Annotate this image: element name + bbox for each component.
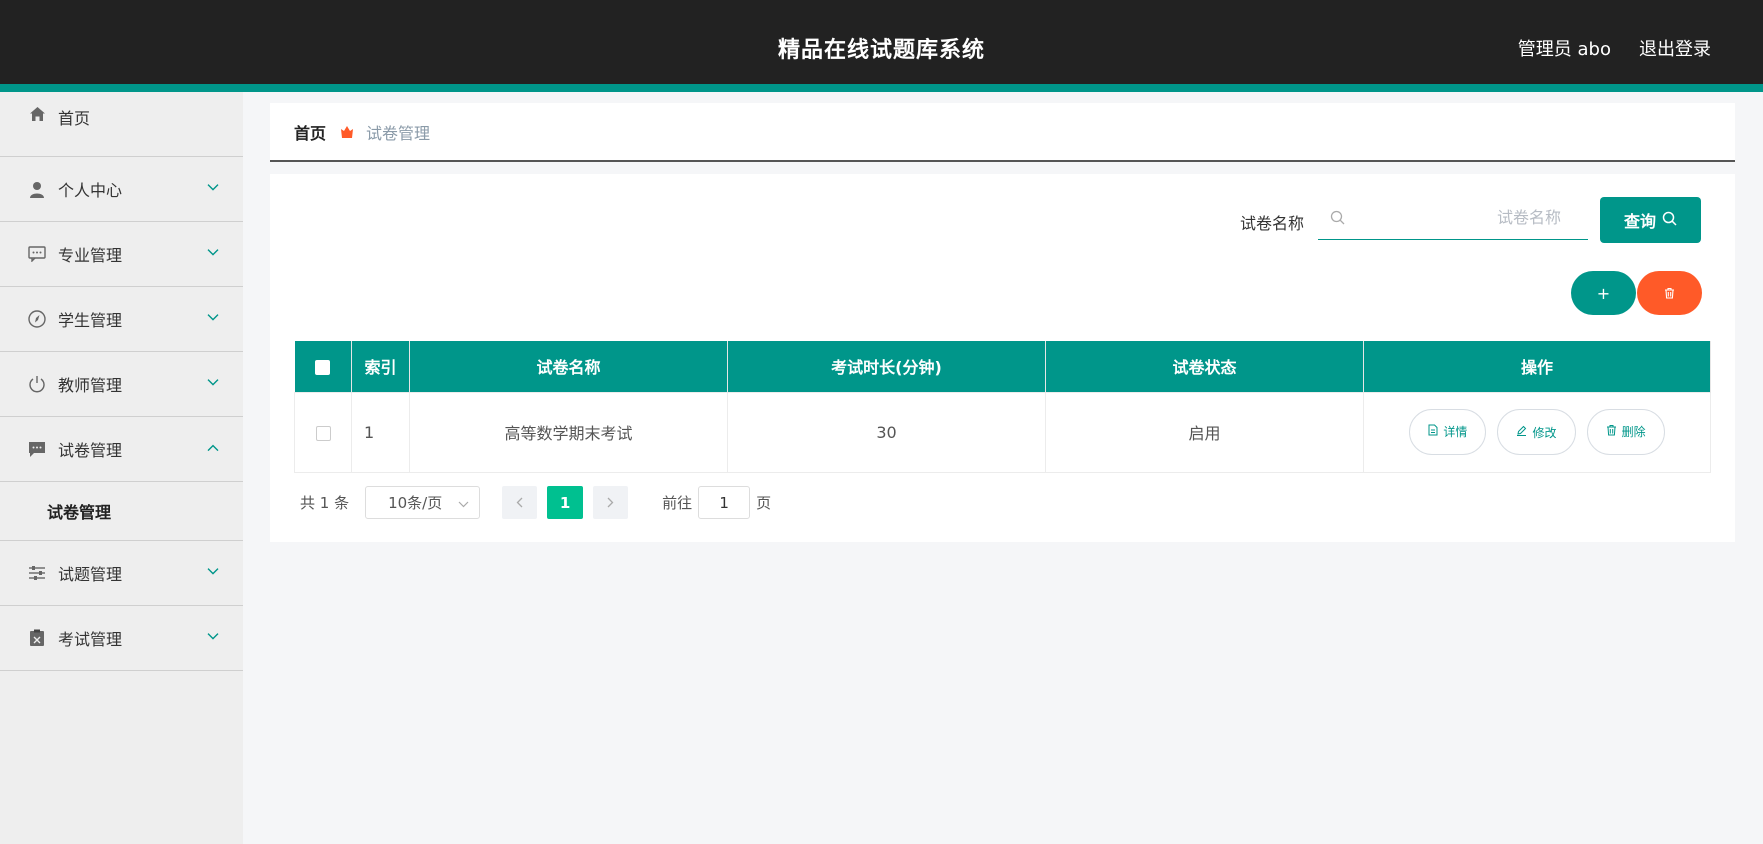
document-icon [1428, 424, 1438, 439]
trash-icon [1664, 284, 1675, 303]
select-all-checkbox[interactable] [315, 359, 331, 375]
column-header: 考试时长(分钟) [727, 341, 1046, 392]
trash-icon [1606, 424, 1617, 439]
chevron-down-icon [207, 565, 219, 579]
header-user-area: 管理员 abo 退出登录 [1518, 35, 1711, 61]
chevron-down-icon [207, 181, 219, 195]
sidebar-item-label: 学生管理 [58, 311, 123, 330]
home-icon [28, 105, 46, 123]
chevron-up-icon [207, 441, 219, 455]
row-index: 1 [351, 391, 410, 473]
sidebar-item-home[interactable]: 首页 [0, 92, 243, 157]
sidebar-item-major[interactable]: 专业管理 [0, 222, 243, 287]
sidebar-subitem-papers[interactable]: 试卷管理 [0, 482, 243, 541]
pencil-icon [1516, 425, 1527, 439]
power-icon [28, 375, 46, 393]
search-icon [1662, 211, 1677, 230]
column-header: 索引 [351, 341, 410, 392]
sidebar-item-label: 教师管理 [58, 376, 123, 395]
edit-button[interactable]: 修改 [1497, 409, 1576, 456]
sidebar-item-label: 个人中心 [58, 181, 123, 200]
column-header: 试卷状态 [1045, 341, 1364, 392]
query-button[interactable]: 查询 [1600, 197, 1701, 243]
delete-button[interactable]: 删除 [1586, 408, 1665, 455]
add-button[interactable]: + [1571, 271, 1636, 315]
row-duration: 30 [727, 391, 1046, 473]
page-suffix: 页 [756, 494, 772, 512]
page-size-select[interactable]: 10条/页 [365, 486, 481, 519]
pagination: 共 1 条 10条/页 1 前往 页 [300, 486, 771, 519]
chevron-down-icon [207, 376, 219, 390]
batch-delete-button[interactable] [1637, 271, 1702, 315]
pagination-total: 共 1 条 [300, 494, 350, 512]
goto-label: 前往 [662, 494, 693, 512]
sidebar-item-profile[interactable]: 个人中心 [0, 157, 243, 222]
sidebar-item-teachers[interactable]: 教师管理 [0, 352, 243, 417]
compass-icon [28, 310, 46, 328]
chat-icon [28, 245, 46, 263]
chevron-down-icon [207, 311, 219, 325]
sidebar-item-questions[interactable]: 试题管理 [0, 541, 243, 606]
sidebar-item-label: 考试管理 [58, 630, 123, 649]
chevron-left-icon [516, 494, 523, 512]
breadcrumb-separator-icon [340, 125, 354, 139]
delete-label: 删除 [1621, 425, 1646, 440]
search-label: 试卷名称 [1240, 214, 1305, 233]
detail-button[interactable]: 详情 [1409, 408, 1487, 455]
app-title: 精品在线试题库系统 [777, 38, 985, 63]
sidebar-item-papers[interactable]: 试卷管理 [0, 417, 243, 482]
chevron-right-icon [607, 494, 614, 512]
edit-label: 修改 [1532, 425, 1557, 440]
row-select-cell [294, 391, 352, 473]
current-user[interactable]: 管理员 abo [1518, 35, 1611, 61]
sidebar-item-label: 首页 [58, 109, 91, 128]
row-ops: 详情 修改 删除 [1363, 391, 1711, 473]
chevron-down-icon [207, 630, 219, 644]
goto-page-input[interactable] [698, 486, 751, 519]
breadcrumb: 首页 试卷管理 [270, 103, 1735, 162]
column-header: 试卷名称 [409, 341, 728, 392]
select-all-cell [294, 341, 352, 392]
sliders-icon [28, 564, 46, 582]
sidebar-item-label: 试题管理 [58, 565, 123, 584]
query-button-label: 查询 [1623, 212, 1656, 231]
sidebar-item-students[interactable]: 学生管理 [0, 287, 243, 352]
sidebar-item-label: 专业管理 [58, 246, 123, 265]
papers-table: 索引 试卷名称 考试时长(分钟) 试卷状态 操作 1 高等数学期末考试 30 启… [294, 341, 1711, 473]
page-size-value: 10条/页 [388, 494, 443, 512]
sidebar-item-exams[interactable]: 考试管理 [0, 606, 243, 671]
main-panel: 试卷名称 查询 + 索引 试卷名称 考试时长(分钟) 试卷状态 操作 [270, 174, 1735, 542]
detail-label: 详情 [1443, 425, 1468, 440]
sidebar-item-label: 试卷管理 [58, 441, 123, 460]
column-header: 操作 [1363, 341, 1711, 392]
table-row: 1 高等数学期末考试 30 启用 详情 修改 删除 [294, 391, 1711, 473]
table-header-row: 索引 试卷名称 考试时长(分钟) 试卷状态 操作 [294, 341, 1711, 392]
row-checkbox[interactable] [315, 425, 331, 441]
breadcrumb-home[interactable]: 首页 [294, 120, 326, 144]
prev-page-button[interactable] [502, 486, 538, 519]
row-paper-name: 高等数学期末考试 [409, 391, 728, 473]
message-icon [28, 440, 46, 458]
breadcrumb-current: 试卷管理 [366, 123, 431, 143]
search-field [1318, 196, 1588, 240]
search-icon [1330, 210, 1345, 225]
page-number-current[interactable]: 1 [547, 486, 584, 519]
top-header: 精品在线试题库系统 管理员 abo 退出登录 [0, 0, 1763, 92]
clipboard-icon [28, 629, 46, 647]
chevron-down-icon [207, 246, 219, 260]
sidebar: 首页 个人中心 专业管理 学生管理 教师管理 试卷管理 试卷管理 试题管理 考试… [0, 92, 243, 844]
search-input[interactable] [1345, 208, 1565, 227]
next-page-button[interactable] [593, 486, 629, 519]
chevron-down-icon [458, 494, 469, 512]
user-icon [28, 180, 46, 198]
row-status: 启用 [1045, 391, 1364, 473]
logout-link[interactable]: 退出登录 [1639, 35, 1711, 61]
